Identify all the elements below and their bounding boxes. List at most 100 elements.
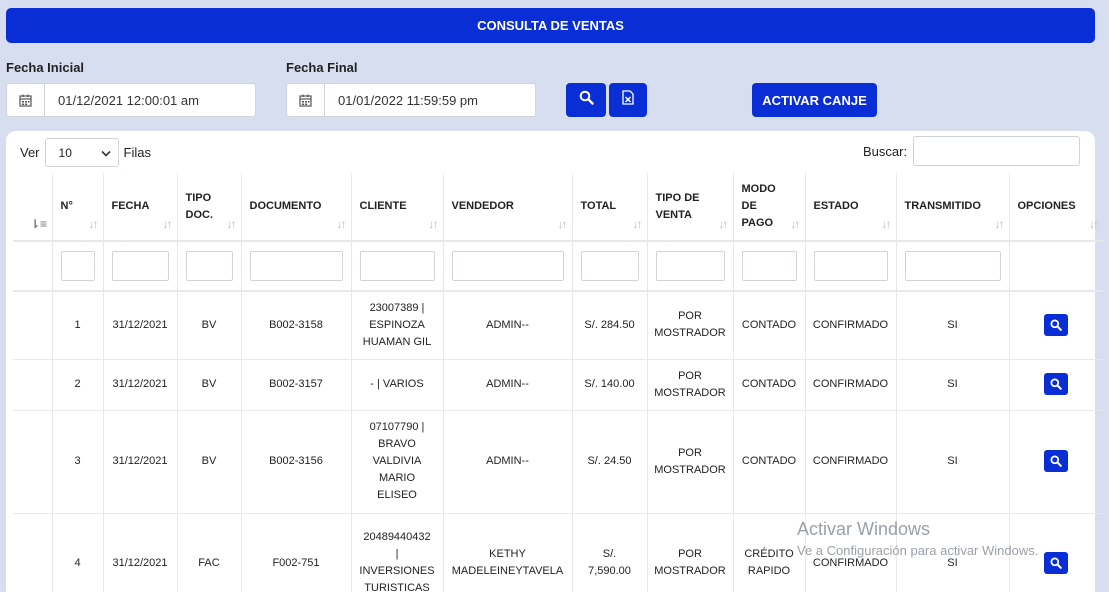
view-sale-button[interactable] [1044,551,1069,574]
sort-arrows-icon: ↓↑ [718,217,729,231]
column-header-label: TIPO [185,191,212,204]
cell-vendedor: ADMIN-- [442,291,572,360]
cell-text: CRÉDITO [744,548,794,560]
cell-text: 07107790 | [369,421,425,433]
filter-cell [895,241,1009,292]
cell-cliente: 23007389 | ESPINOZA HUAMAN GIL [350,291,443,360]
column-header-label: DOCUMENTO [249,200,322,212]
column-filter-input[interactable] [741,251,797,281]
cell-text: 7,590.00 [588,565,631,577]
filter-cell [1008,241,1103,292]
view-sale-button[interactable] [1044,450,1069,472]
cell-tipo-venta: POR MOSTRADOR [646,410,733,514]
sort-arrows-icon: ↓↑ [336,217,347,231]
cell-fecha: 31/12/2021 [102,513,177,592]
cell-modo-pago: CONTADO [732,359,805,411]
cell-text: S/. 24.50 [587,455,632,467]
cell-vendedor: ADMIN-- [442,359,572,411]
column-header-cliente[interactable]: CLIENTE ↓↑ [350,173,443,242]
column-header-label: PAGO [741,217,774,229]
row-spacer-cell [13,291,52,360]
column-filter-input[interactable] [904,251,1001,281]
cell-n: 3 [51,410,103,514]
column-filter-input[interactable] [111,251,169,281]
column-filter-input[interactable] [580,251,639,281]
column-filter-input[interactable] [60,251,95,281]
cell-transmitido: SI [895,359,1009,411]
column-header-opciones[interactable]: OPCIONES ↓↑ [1008,173,1103,242]
table-row: 4 31/12/2021 FAC F002-751 20489440432 | INVERS… [13,513,1103,592]
sort-arrows-icon: ↓↑ [88,217,99,231]
cell-transmitido: SI [895,513,1009,592]
search-button[interactable] [566,83,606,117]
cell-text: 23007389 | [369,301,425,314]
cell-cliente: 20489440432 | INVERSIONES TURISTICAS [350,513,443,592]
column-header-fecha[interactable]: FECHA ↓↑ [102,173,177,242]
cell-tipo-doc: BV [176,291,241,360]
column-header-total[interactable]: TOTAL ↓↑ [571,173,647,242]
column-header-transmitido[interactable]: TRANSMITIDO ↓↑ [895,173,1009,242]
filter-cell [240,241,351,292]
view-sale-button[interactable] [1044,313,1069,336]
cell-text: CONTADO [741,318,797,331]
cell-text: TURISTICAS [364,582,430,592]
cell-estado: CONFIRMADO [804,410,896,514]
column-header-index[interactable]: ⇂≡ [13,173,52,242]
page-size-select[interactable]: 10 [44,138,119,167]
view-sale-button[interactable] [1044,373,1069,395]
cell-documento: B002-3156 [240,410,351,514]
cell-tipo-doc: FAC [176,513,241,592]
filter-cell [102,241,177,292]
column-header-n[interactable]: N° ↓↑ [51,173,103,242]
column-filter-input[interactable] [655,251,725,281]
cell-text: S/. [602,548,617,560]
row-spacer-cell [13,410,52,514]
column-header-label: VENDEDOR [451,200,514,212]
column-filter-input[interactable] [249,251,343,281]
cell-text: ADMIN-- [486,378,529,390]
cell-fecha: 31/12/2021 [102,291,177,360]
cell-text: CONTADO [741,378,797,390]
cell-text: ELISEO [377,489,417,501]
cell-total: S/. 284.50 [571,291,647,360]
cell-opciones [1008,513,1103,592]
cell-tipo-venta: POR MOSTRADOR [646,291,733,360]
activate-exchange-button[interactable]: ACTIVAR CANJE [752,83,877,117]
cell-text: POR [678,446,702,459]
column-filter-input[interactable] [359,251,435,281]
cell-total: S/. 140.00 [571,359,647,411]
cell-text: MOSTRADOR [654,565,726,577]
table-row: 3 31/12/2021 BV B002-3156 07107790 | BRAVO VAL… [13,410,1103,514]
end-date-label: Fecha Final [286,60,358,75]
column-header-vendedor[interactable]: VENDEDOR ↓↑ [442,173,572,242]
cell-text: - | VARIOS [370,378,424,390]
column-header-modo-pago[interactable]: MODO DE PAGO ↓↑ [732,173,805,242]
cell-text: MOSTRADOR [654,327,726,340]
column-filter-input[interactable] [185,251,233,281]
sort-arrows-icon: ↓↑ [632,217,643,231]
column-header-tipo-doc[interactable]: TIPO DOC. ↓↑ [176,173,241,242]
column-header-tipo-venta[interactable]: TIPO DE VENTA ↓↑ [646,173,733,242]
sort-arrows-icon: ↓↑ [428,217,439,231]
calendar-icon [287,84,325,116]
column-filter-input[interactable] [451,251,564,281]
cell-text: ESPINOZA [369,318,425,331]
cell-text: MOSTRADOR [654,386,726,399]
show-label: Ver [20,145,40,160]
cell-vendedor: ADMIN-- [442,410,572,514]
export-excel-button[interactable] [609,83,647,117]
sort-icon: ⇂≡ [30,217,48,231]
cell-text: POR [678,369,702,382]
column-filter-input[interactable] [813,251,888,281]
column-header-documento[interactable]: DOCUMENTO ↓↑ [240,173,351,242]
column-header-label: ESTADO [813,200,859,212]
cell-total: S/. 24.50 [571,410,647,514]
table-search-input[interactable] [913,136,1081,166]
start-date-input[interactable]: 01/12/2021 12:00:01 am [6,83,256,117]
cell-fecha: 31/12/2021 [102,410,177,514]
end-date-input[interactable]: 01/01/2022 11:59:59 pm [286,83,536,117]
cell-text: KETHY [489,548,526,560]
cell-n: 2 [51,359,103,411]
column-header-estado[interactable]: ESTADO ↓↑ [804,173,896,242]
column-header-label: FECHA [111,200,150,212]
